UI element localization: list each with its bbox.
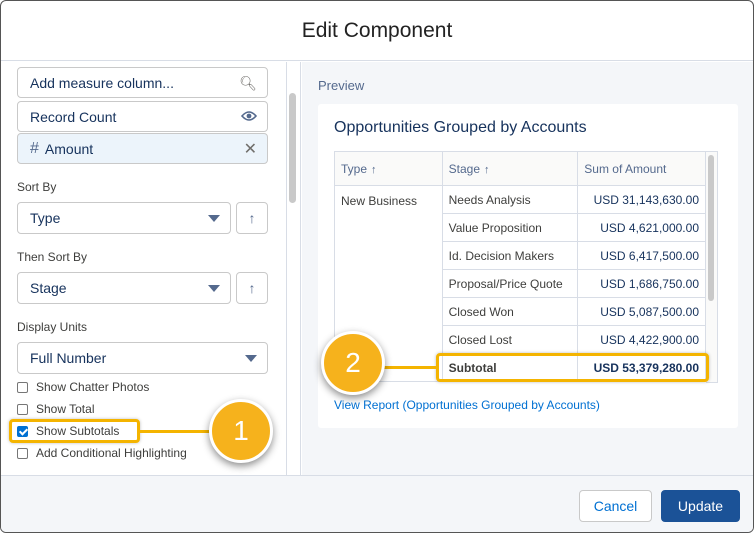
add-measure-input[interactable]: Add measure column... 🔍︎ [17,67,268,98]
table-scrollbar-thumb[interactable] [708,155,714,301]
stage-cell: Value Proposition [441,213,579,242]
highlight-show-subtotals [9,419,140,443]
table-row: New Business Needs Analysis USD 31,143,6… [334,185,706,382]
card-title: Opportunities Grouped by Accounts [334,119,587,136]
checkbox-box[interactable] [17,381,28,393]
settings-scrollbar-thumb[interactable] [289,93,296,203]
add-measure-placeholder: Add measure column... [30,74,174,91]
chevron-down-icon [208,285,220,292]
sort-by-label: Sort By [17,180,57,194]
view-report-link[interactable]: View Report (Opportunities Grouped by Ac… [334,398,600,412]
checkbox-box[interactable] [17,447,28,459]
sort-arrow-icon: ↑ [484,163,490,176]
table-header-row: Type ↑ Stage ↑ Sum of Amount [334,151,706,186]
sort-by-value: Type [30,210,61,226]
add-conditional-highlighting-checkbox[interactable]: Add Conditional Highlighting [17,446,187,460]
dialog-title: Edit Component [301,18,453,42]
close-icon[interactable]: ✕ [244,139,257,159]
amount-cell: USD 5,087,500.00 [577,297,706,326]
stage-cell: Id. Decision Makers [441,241,579,270]
then-sort-by-value: Stage [30,280,67,296]
update-button[interactable]: Update [661,490,740,522]
checkbox-label: Add Conditional Highlighting [36,446,187,460]
edit-component-dialog: Edit Component Add measure column... 🔍︎ … [0,0,754,533]
chevron-down-icon [245,355,257,362]
arrow-up-icon: ↑ [248,280,256,296]
chevron-down-icon [208,215,220,222]
column-header-type[interactable]: Type ↑ [334,151,443,186]
callout-badge-2: 2 [321,331,385,395]
then-sort-by-label: Then Sort By [17,250,88,264]
then-sort-by-select[interactable]: Stage [17,272,231,304]
amount-cell: USD 4,422,900.00 [577,325,706,354]
preview-label: Preview [318,78,365,93]
stage-cell: Closed Won [441,297,579,326]
show-chatter-photos-checkbox[interactable]: Show Chatter Photos [17,380,149,394]
search-icon: 🔍︎ [239,75,257,91]
callout-badge-1: 1 [209,399,273,463]
sort-arrow-icon: ↑ [371,163,377,176]
sort-direction-button[interactable]: ↑ [236,202,268,234]
stage-cell: Proposal/Price Quote [441,269,579,298]
stage-cell: Closed Lost [441,325,579,354]
measure-record-count[interactable]: Record Count [17,101,268,132]
column-header-amount[interactable]: Sum of Amount [577,151,706,186]
checkbox-label: Show Total [36,402,95,416]
stage-cell: Needs Analysis [441,185,579,214]
arrow-up-icon: ↑ [248,210,256,226]
then-sort-direction-button[interactable]: ↑ [236,272,268,304]
measure-amount[interactable]: # Amount ✕ [17,133,268,164]
show-total-checkbox[interactable]: Show Total [17,402,94,416]
column-header-stage[interactable]: Stage ↑ [441,151,579,186]
amount-cell: USD 4,621,000.00 [577,213,706,242]
callout-1-connector [140,430,218,433]
display-units-value: Full Number [30,350,107,366]
amount-cell: USD 31,143,630.00 [577,185,706,214]
checkbox-box[interactable] [17,403,28,415]
preview-table: Type ↑ Stage ↑ Sum of Amount New Business … [334,151,706,382]
cancel-button[interactable]: Cancel [579,490,652,522]
eye-icon[interactable] [240,109,258,125]
dialog-header: Edit Component [1,1,753,61]
sort-by-select[interactable]: Type [17,202,231,234]
display-units-select[interactable]: Full Number [17,342,268,374]
callout-2-connector [379,366,437,369]
measure-label: Record Count [30,108,117,125]
amount-cell: USD 6,417,500.00 [577,241,706,270]
hash-icon: # [30,139,39,157]
checkbox-label: Show Chatter Photos [36,380,150,394]
display-units-label: Display Units [17,320,88,334]
measure-label: Amount [44,140,94,157]
highlight-subtotal-row [436,353,709,382]
amount-cell: USD 1,686,750.00 [577,269,706,298]
